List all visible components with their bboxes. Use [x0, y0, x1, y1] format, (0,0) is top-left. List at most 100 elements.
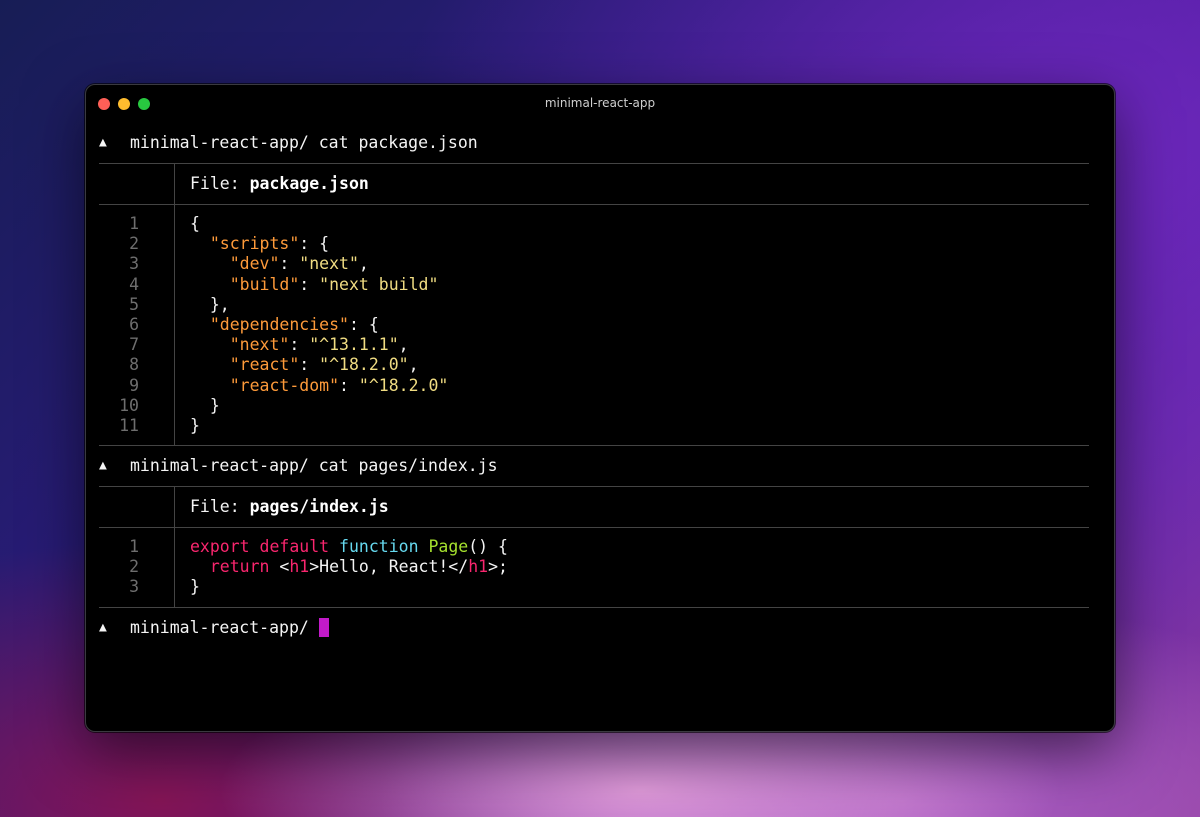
line-number-gutter: 123	[99, 528, 175, 607]
gutter	[99, 487, 175, 528]
terminal-window: minimal-react-app ▲ minimal-react-app/ ca…	[85, 84, 1115, 732]
line-number: 5	[129, 294, 139, 314]
file-viewer-body: 123 export default function Page() { ret…	[99, 528, 1089, 607]
code-line: "react-dom": "^18.2.0"	[190, 375, 449, 396]
code-token: ,	[398, 335, 409, 355]
prompt-directory: minimal-react-app/	[130, 455, 309, 475]
code-token: "dependencies"	[209, 314, 349, 334]
code-line: }	[190, 396, 448, 416]
code-token: :	[299, 355, 320, 375]
prompt-triangle-icon: ▲	[99, 134, 107, 150]
line-number: 10	[119, 395, 139, 415]
code-token: }	[190, 577, 200, 597]
code-token: default	[259, 537, 330, 557]
code-token: h1	[468, 557, 489, 577]
code-token: "^18.2.0"	[358, 375, 449, 395]
code-line: export default function Page() {	[190, 537, 508, 557]
file-viewer: File: pages/index.js 123 export default …	[99, 486, 1089, 608]
code-line: "react": "^18.2.0",	[190, 355, 448, 375]
prompt-command: cat pages/index.js	[318, 455, 498, 475]
code-token: : {	[299, 234, 330, 254]
window-title: minimal-react-app	[544, 96, 656, 110]
terminal-output[interactable]: ▲ minimal-react-app/ cat package.json Fil…	[86, 123, 1114, 648]
line-number: 3	[129, 254, 139, 274]
title-bar: minimal-react-app	[86, 85, 1114, 123]
line-number: 6	[129, 314, 139, 334]
file-name: pages/index.js	[249, 496, 389, 516]
code-line: {	[190, 214, 448, 234]
line-number: 1	[129, 214, 139, 233]
code-token: h1	[289, 557, 310, 577]
line-number: 2	[129, 234, 139, 254]
code-token: "react"	[229, 355, 300, 375]
code-token: {	[190, 214, 200, 233]
code-line: }	[190, 577, 508, 597]
prompt-command: cat package.json	[318, 132, 478, 152]
line-number: 1	[129, 537, 139, 557]
file-viewer: File: package.json 1 2 3 4 5 6 7 8 9 10 11 { "scri…	[99, 163, 1089, 447]
file-label: File:	[190, 496, 250, 516]
text-cursor[interactable]	[318, 618, 329, 638]
code-token: }	[190, 415, 200, 435]
file-viewer-header: File: package.json	[99, 164, 1089, 205]
code-block: { "scripts": { "dev": "next", "build": "…	[175, 205, 448, 445]
file-viewer-body: 1 2 3 4 5 6 7 8 9 10 11 { "scripts": { "dev": "nex…	[99, 205, 1089, 446]
code-token: "dev"	[229, 254, 280, 274]
code-token: :	[279, 254, 300, 274]
file-label: File:	[190, 173, 250, 193]
code-token: ,	[408, 355, 419, 375]
code-token: () {	[468, 537, 508, 557]
code-token: "next"	[299, 254, 359, 274]
line-number: 11	[119, 415, 139, 435]
line-number: 7	[129, 335, 139, 355]
prompt-line: ▲ minimal-react-app/ cat pages/index.js	[99, 446, 1089, 486]
prompt-directory: minimal-react-app/	[130, 132, 309, 152]
active-prompt-line[interactable]: ▲ minimal-react-app/	[99, 608, 1089, 648]
code-token: return	[209, 557, 270, 577]
code-token: "next"	[229, 335, 290, 355]
line-number: 4	[129, 274, 139, 294]
code-token: "^13.1.1"	[309, 335, 399, 355]
code-token: function	[339, 537, 419, 557]
code-token: }	[190, 395, 220, 415]
file-header: File: pages/index.js	[175, 487, 389, 527]
code-token: :	[289, 335, 310, 355]
line-number-gutter: 1 2 3 4 5 6 7 8 9 10 11	[99, 205, 175, 446]
code-block: export default function Page() { return …	[175, 528, 508, 607]
code-token: Page	[428, 537, 469, 557]
code-token: ,	[358, 254, 369, 274]
code-line: "build": "next build"	[190, 275, 448, 295]
code-token: >Hello, React!</	[309, 557, 469, 577]
code-line: return <h1>Hello, React!</h1>;	[190, 557, 508, 577]
code-line: }	[190, 416, 448, 436]
code-token: "scripts"	[209, 234, 300, 254]
code-token: },	[190, 294, 230, 314]
code-token: "react-dom"	[229, 375, 340, 395]
prompt-line: ▲ minimal-react-app/ cat package.json	[99, 123, 1089, 163]
code-line: "dev": "next",	[190, 254, 448, 274]
code-line: "dependencies": {	[190, 315, 448, 335]
line-number: 2	[129, 557, 139, 577]
code-token: "^18.2.0"	[319, 355, 409, 375]
code-line: },	[190, 295, 448, 315]
code-token: "build"	[229, 274, 300, 294]
line-number: 8	[129, 355, 139, 375]
code-token: >;	[488, 557, 508, 577]
file-header: File: package.json	[175, 164, 369, 204]
code-token: "next build"	[319, 274, 439, 294]
prompt-directory: minimal-react-app/	[130, 617, 309, 637]
code-token: export	[190, 537, 250, 557]
code-token: <	[269, 557, 290, 577]
code-line: "next": "^13.1.1",	[190, 335, 448, 355]
